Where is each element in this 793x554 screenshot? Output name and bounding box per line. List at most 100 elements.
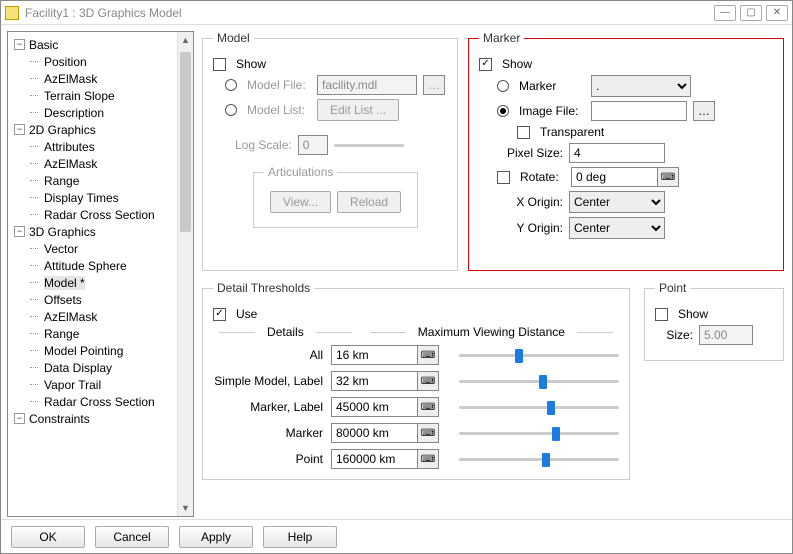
log-scale-slider xyxy=(334,136,404,154)
image-file-input[interactable] xyxy=(591,101,687,121)
tree-group-label[interactable]: Basic xyxy=(29,38,58,52)
detail-legend: Detail Thresholds xyxy=(213,281,314,295)
point-legend: Point xyxy=(655,281,690,295)
point-show-label: Show xyxy=(678,307,708,321)
close-button[interactable]: ✕ xyxy=(766,5,788,21)
tree-group-label[interactable]: 3D Graphics xyxy=(29,225,96,239)
help-button[interactable]: Help xyxy=(263,526,337,548)
scroll-down-icon[interactable]: ▼ xyxy=(178,500,193,516)
tree-item[interactable]: Radar Cross Section xyxy=(8,206,193,223)
tree-item[interactable]: Radar Cross Section xyxy=(8,393,193,410)
minimize-button[interactable]: — xyxy=(714,5,736,21)
tree-group-label[interactable]: 2D Graphics xyxy=(29,123,96,137)
detail-row-label: Simple Model, Label xyxy=(213,374,323,388)
tree-item[interactable]: AzElMask xyxy=(8,70,193,87)
marker-show-checkbox[interactable] xyxy=(479,58,492,71)
image-file-browse-button[interactable]: … xyxy=(693,101,715,121)
tree-item[interactable]: Position xyxy=(8,53,193,70)
detail-value-input[interactable] xyxy=(331,449,417,469)
view-button: View... xyxy=(270,191,331,213)
maximize-button[interactable]: ▢ xyxy=(740,5,762,21)
log-scale-input xyxy=(298,135,328,155)
expander-icon[interactable]: − xyxy=(14,124,25,135)
detail-row-label: Marker, Label xyxy=(213,400,323,414)
apply-button[interactable]: Apply xyxy=(179,526,253,548)
tree-item[interactable]: Display Times xyxy=(8,189,193,206)
rotate-checkbox[interactable] xyxy=(497,171,510,184)
tree-item[interactable]: Range xyxy=(8,325,193,342)
dialog-window: Facility1 : 3D Graphics Model — ▢ ✕ −Bas… xyxy=(0,0,793,554)
detail-slider[interactable] xyxy=(459,450,619,468)
tree-item[interactable]: Model Pointing xyxy=(8,342,193,359)
image-file-radio[interactable] xyxy=(497,105,509,117)
expander-icon[interactable]: − xyxy=(14,413,25,424)
titlebar: Facility1 : 3D Graphics Model — ▢ ✕ xyxy=(1,1,792,25)
detail-slider[interactable] xyxy=(459,372,619,390)
unit-button[interactable]: ⌨ xyxy=(417,345,439,365)
model-file-input xyxy=(317,75,417,95)
detail-thresholds-group: Detail Thresholds Use Details Maximum Vi… xyxy=(202,281,630,480)
mvd-header: Maximum Viewing Distance xyxy=(418,325,565,339)
ok-button[interactable]: OK xyxy=(11,526,85,548)
detail-value-input[interactable] xyxy=(331,397,417,417)
model-group: Model Show Model File: … Model List: xyxy=(202,31,458,271)
point-size-input xyxy=(699,325,753,345)
model-legend: Model xyxy=(213,31,254,45)
image-file-label: Image File: xyxy=(519,104,585,118)
tree-scrollbar[interactable]: ▲ ▼ xyxy=(177,32,193,516)
unit-button[interactable]: ⌨ xyxy=(417,397,439,417)
marker-style-radio[interactable] xyxy=(497,80,509,92)
unit-button[interactable]: ⌨ xyxy=(417,371,439,391)
model-show-checkbox[interactable] xyxy=(213,58,226,71)
tree-item[interactable]: Offsets xyxy=(8,291,193,308)
detail-use-checkbox[interactable] xyxy=(213,308,226,321)
tree-item[interactable]: Attitude Sphere xyxy=(8,257,193,274)
pixel-size-input[interactable] xyxy=(569,143,665,163)
detail-row-label: All xyxy=(213,348,323,362)
model-file-label: Model File: xyxy=(247,78,311,92)
detail-value-input[interactable] xyxy=(331,371,417,391)
cancel-button[interactable]: Cancel xyxy=(95,526,169,548)
window-title: Facility1 : 3D Graphics Model xyxy=(25,6,714,20)
tree-item[interactable]: Vapor Trail xyxy=(8,376,193,393)
tree-item[interactable]: AzElMask xyxy=(8,155,193,172)
tree-item[interactable]: Vector xyxy=(8,240,193,257)
tree-item[interactable]: AzElMask xyxy=(8,308,193,325)
point-show-checkbox[interactable] xyxy=(655,308,668,321)
model-show-label: Show xyxy=(236,57,266,71)
scroll-up-icon[interactable]: ▲ xyxy=(178,32,193,48)
rotate-input[interactable] xyxy=(571,167,657,187)
tree-item[interactable]: Attributes xyxy=(8,138,193,155)
scrollbar-thumb[interactable] xyxy=(180,52,191,232)
model-list-radio xyxy=(225,104,237,116)
detail-slider[interactable] xyxy=(459,346,619,364)
tree-item[interactable]: Description xyxy=(8,104,193,121)
x-origin-select[interactable]: Center xyxy=(569,191,665,213)
detail-value-input[interactable] xyxy=(331,345,417,365)
marker-style-label: Marker xyxy=(519,79,585,93)
transparent-checkbox[interactable] xyxy=(517,126,530,139)
detail-value-input[interactable] xyxy=(331,423,417,443)
point-group: Point Show Size: xyxy=(644,281,784,361)
unit-button[interactable]: ⌨ xyxy=(417,449,439,469)
transparent-label: Transparent xyxy=(540,125,604,139)
point-size-label: Size: xyxy=(655,328,693,342)
marker-style-select[interactable]: . xyxy=(591,75,691,97)
expander-icon[interactable]: − xyxy=(14,39,25,50)
tree-item[interactable]: Terrain Slope xyxy=(8,87,193,104)
detail-slider[interactable] xyxy=(459,398,619,416)
articulations-legend: Articulations xyxy=(264,165,337,179)
tree-item[interactable]: Model * xyxy=(8,274,193,291)
edit-list-button: Edit List ... xyxy=(317,99,399,121)
y-origin-select[interactable]: Center xyxy=(569,217,665,239)
tree-item[interactable]: Range xyxy=(8,172,193,189)
tree-item[interactable]: Data Display xyxy=(8,359,193,376)
tree-group-label[interactable]: Constraints xyxy=(29,412,90,426)
rotate-unit-button[interactable]: ⌨ xyxy=(657,167,679,187)
y-origin-label: Y Origin: xyxy=(497,221,563,235)
detail-slider[interactable] xyxy=(459,424,619,442)
unit-button[interactable]: ⌨ xyxy=(417,423,439,443)
nav-tree[interactable]: −BasicPositionAzElMaskTerrain SlopeDescr… xyxy=(7,31,194,517)
expander-icon[interactable]: − xyxy=(14,226,25,237)
details-header: Details xyxy=(267,325,304,339)
